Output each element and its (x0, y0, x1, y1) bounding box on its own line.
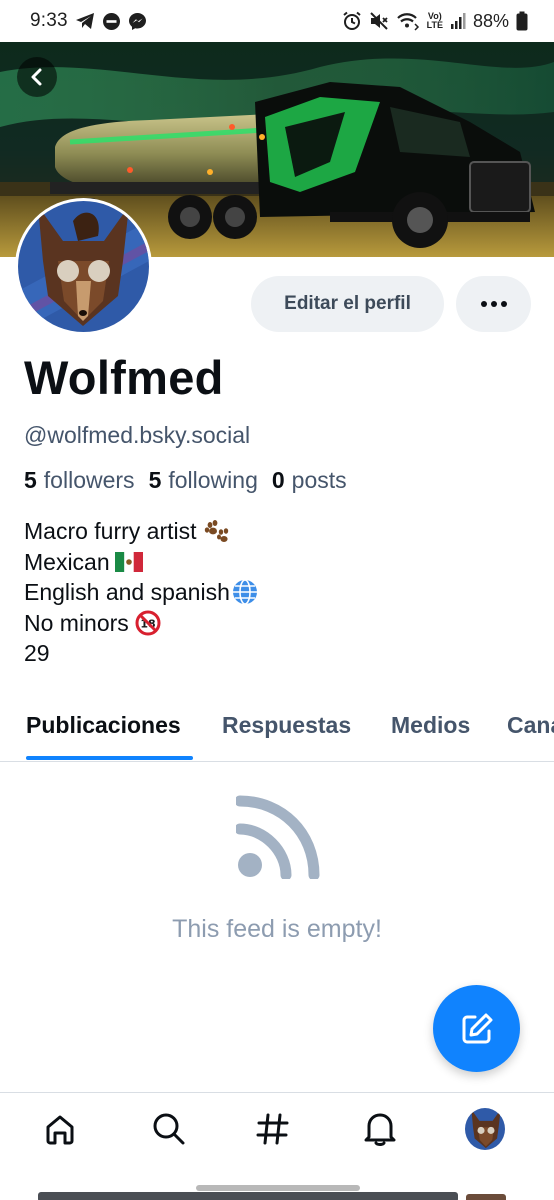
following-label: following (168, 467, 258, 493)
wifi-call-icon (396, 11, 420, 31)
posts-label: posts (291, 467, 347, 493)
compose-icon (462, 1013, 492, 1043)
back-button[interactable] (17, 57, 57, 97)
signal-icon (450, 12, 466, 30)
tab-respuestas[interactable]: Respuestas (222, 712, 351, 739)
bottom-navigation (0, 1092, 554, 1174)
bio-line: Macro furry artist (24, 516, 260, 547)
followers-count: 5 (24, 467, 37, 493)
tab-medios[interactable]: Medios (391, 712, 470, 739)
followers-stat[interactable]: 5 followers (24, 467, 135, 494)
home-icon[interactable] (40, 1109, 80, 1149)
following-count: 5 (148, 467, 162, 493)
profile-handle: @wolfmed.bsky.social (24, 422, 251, 448)
profile-avatar[interactable] (465, 1108, 505, 1150)
posts-count: 0 (271, 467, 285, 493)
globe-icon (230, 579, 260, 606)
volte-icon: Vo) LTE (427, 12, 443, 30)
bio-line: English and spanish (24, 577, 260, 608)
followers-label: followers (43, 467, 135, 493)
tab-canal[interactable]: Canal (507, 712, 554, 739)
peek-text-shape (38, 1192, 458, 1200)
bio-text: Macro furry artist (24, 518, 197, 544)
bio-text: English and spanish (24, 579, 230, 605)
profile-stats: 5 followers 5 following 0 posts (24, 467, 361, 494)
bio-text: Mexican (24, 548, 110, 575)
bio-text: No minors (24, 609, 129, 636)
peek-thumbnail (466, 1194, 506, 1200)
no-under-18-icon: 18 (133, 610, 163, 636)
bio-text: 29 (24, 640, 50, 666)
compose-button[interactable] (433, 985, 520, 1072)
paw-prints-icon (201, 518, 231, 544)
display-name: Wolfmed (24, 351, 224, 404)
bio-line: 29 (24, 638, 260, 669)
profile-avatar[interactable] (15, 198, 152, 335)
feed-empty-message: This feed is empty! (172, 915, 382, 943)
battery-percentage: 88% (472, 10, 509, 31)
more-horizontal-icon (480, 301, 507, 307)
tab-publicaciones[interactable]: Publicaciones (26, 712, 181, 739)
more-options-button[interactable] (456, 276, 531, 332)
mute-icon (369, 11, 389, 31)
search-icon[interactable] (149, 1109, 189, 1149)
edit-profile-button[interactable]: Editar el perfil (251, 276, 444, 332)
messenger-icon (128, 12, 147, 31)
telegram-icon (75, 12, 95, 30)
volte-label-bottom: LTE (426, 20, 443, 30)
status-bar: 9:33 Vo) LTE 88% (0, 0, 554, 42)
following-stat[interactable]: 5 following (149, 467, 258, 494)
status-right: Vo) LTE 88% (342, 11, 528, 32)
chevron-left-icon (31, 68, 42, 86)
bio-line: No minors 18 (24, 608, 260, 639)
mexico-flag-icon (114, 549, 144, 575)
active-tab-indicator (26, 756, 193, 760)
battery-icon (516, 11, 528, 31)
status-time: 9:33 (30, 10, 68, 31)
do-not-disturb-icon (102, 12, 121, 31)
hashtag-icon[interactable] (253, 1109, 293, 1149)
gesture-navigation-bar[interactable] (196, 1185, 360, 1191)
status-left: 9:33 (30, 10, 147, 32)
rss-feed-icon (234, 795, 320, 881)
profile-bio: Macro furry artist Mexican English and s… (24, 516, 260, 669)
bio-line: Mexican (24, 547, 260, 578)
alarm-icon (342, 11, 362, 31)
posts-stat: 0 posts (272, 467, 347, 494)
profile-tabs: Publicaciones Respuestas Medios Canal (0, 700, 554, 762)
notifications-icon[interactable] (360, 1109, 400, 1149)
